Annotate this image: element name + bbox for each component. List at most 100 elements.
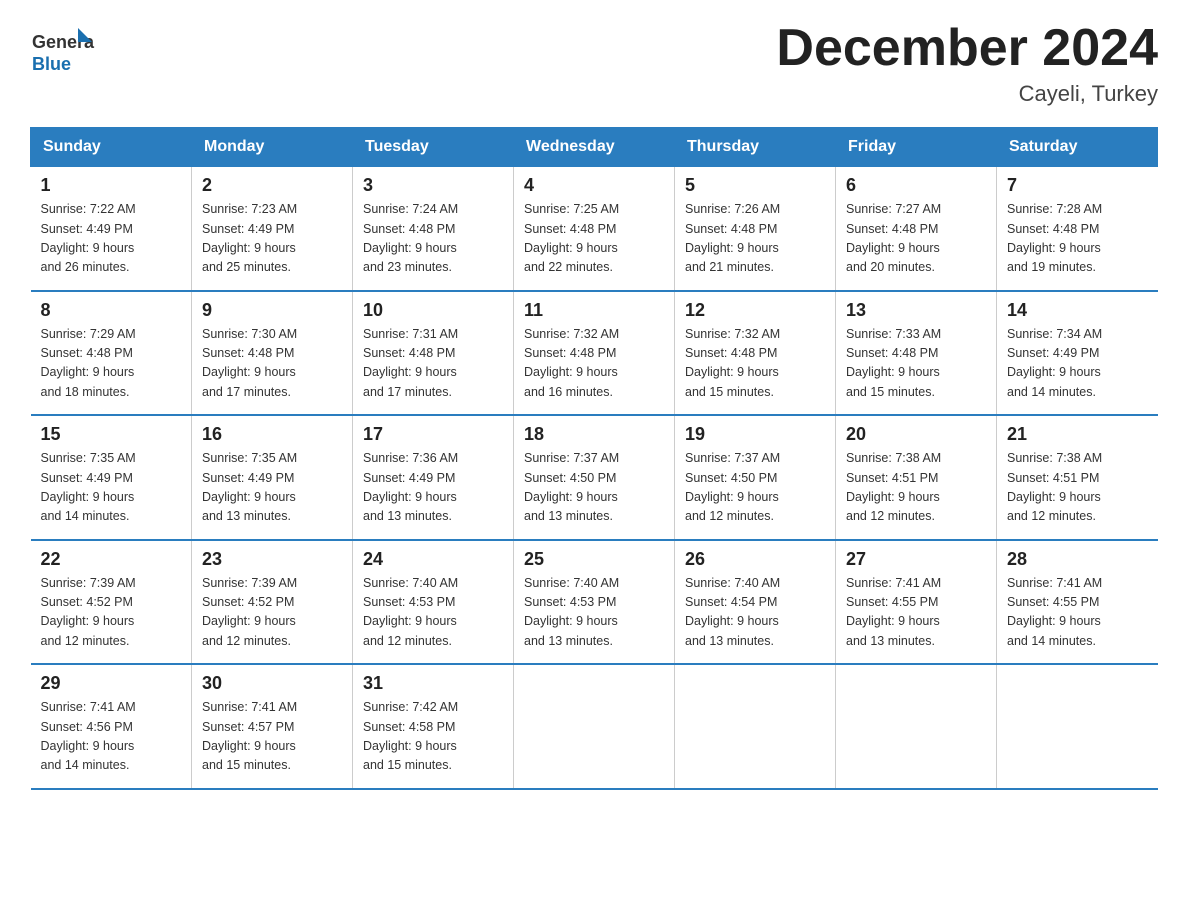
day-number: 24: [363, 549, 503, 570]
day-number: 1: [41, 175, 182, 196]
day-info: Sunrise: 7:42 AM Sunset: 4:58 PM Dayligh…: [363, 698, 503, 776]
calendar-cell: 9 Sunrise: 7:30 AM Sunset: 4:48 PM Dayli…: [192, 291, 353, 416]
day-info: Sunrise: 7:37 AM Sunset: 4:50 PM Dayligh…: [524, 449, 664, 527]
day-info: Sunrise: 7:39 AM Sunset: 4:52 PM Dayligh…: [41, 574, 182, 652]
calendar-cell: 3 Sunrise: 7:24 AM Sunset: 4:48 PM Dayli…: [353, 167, 514, 291]
day-info: Sunrise: 7:32 AM Sunset: 4:48 PM Dayligh…: [685, 325, 825, 403]
day-info: Sunrise: 7:40 AM Sunset: 4:53 PM Dayligh…: [363, 574, 503, 652]
calendar-cell: 19 Sunrise: 7:37 AM Sunset: 4:50 PM Dayl…: [675, 415, 836, 540]
calendar-cell: 29 Sunrise: 7:41 AM Sunset: 4:56 PM Dayl…: [31, 664, 192, 789]
calendar-week-4: 22 Sunrise: 7:39 AM Sunset: 4:52 PM Dayl…: [31, 540, 1158, 665]
calendar-cell: [514, 664, 675, 789]
weekday-header-saturday: Saturday: [997, 128, 1158, 167]
day-number: 8: [41, 300, 182, 321]
day-info: Sunrise: 7:36 AM Sunset: 4:49 PM Dayligh…: [363, 449, 503, 527]
day-info: Sunrise: 7:32 AM Sunset: 4:48 PM Dayligh…: [524, 325, 664, 403]
day-info: Sunrise: 7:34 AM Sunset: 4:49 PM Dayligh…: [1007, 325, 1148, 403]
day-number: 25: [524, 549, 664, 570]
calendar-cell: 18 Sunrise: 7:37 AM Sunset: 4:50 PM Dayl…: [514, 415, 675, 540]
day-number: 18: [524, 424, 664, 445]
day-number: 12: [685, 300, 825, 321]
calendar-cell: 17 Sunrise: 7:36 AM Sunset: 4:49 PM Dayl…: [353, 415, 514, 540]
day-info: Sunrise: 7:41 AM Sunset: 4:55 PM Dayligh…: [846, 574, 986, 652]
day-info: Sunrise: 7:27 AM Sunset: 4:48 PM Dayligh…: [846, 200, 986, 278]
month-title: December 2024: [776, 20, 1158, 77]
calendar-cell: 5 Sunrise: 7:26 AM Sunset: 4:48 PM Dayli…: [675, 167, 836, 291]
weekday-header-monday: Monday: [192, 128, 353, 167]
day-number: 7: [1007, 175, 1148, 196]
calendar-cell: 1 Sunrise: 7:22 AM Sunset: 4:49 PM Dayli…: [31, 167, 192, 291]
day-number: 23: [202, 549, 342, 570]
day-info: Sunrise: 7:30 AM Sunset: 4:48 PM Dayligh…: [202, 325, 342, 403]
calendar-cell: 20 Sunrise: 7:38 AM Sunset: 4:51 PM Dayl…: [836, 415, 997, 540]
day-number: 26: [685, 549, 825, 570]
day-number: 13: [846, 300, 986, 321]
day-info: Sunrise: 7:35 AM Sunset: 4:49 PM Dayligh…: [41, 449, 182, 527]
day-number: 20: [846, 424, 986, 445]
day-number: 31: [363, 673, 503, 694]
day-info: Sunrise: 7:35 AM Sunset: 4:49 PM Dayligh…: [202, 449, 342, 527]
calendar-cell: 26 Sunrise: 7:40 AM Sunset: 4:54 PM Dayl…: [675, 540, 836, 665]
day-info: Sunrise: 7:24 AM Sunset: 4:48 PM Dayligh…: [363, 200, 503, 278]
day-info: Sunrise: 7:37 AM Sunset: 4:50 PM Dayligh…: [685, 449, 825, 527]
calendar-cell: 16 Sunrise: 7:35 AM Sunset: 4:49 PM Dayl…: [192, 415, 353, 540]
calendar-week-5: 29 Sunrise: 7:41 AM Sunset: 4:56 PM Dayl…: [31, 664, 1158, 789]
calendar-cell: 11 Sunrise: 7:32 AM Sunset: 4:48 PM Dayl…: [514, 291, 675, 416]
day-info: Sunrise: 7:38 AM Sunset: 4:51 PM Dayligh…: [1007, 449, 1148, 527]
day-info: Sunrise: 7:26 AM Sunset: 4:48 PM Dayligh…: [685, 200, 825, 278]
calendar-week-3: 15 Sunrise: 7:35 AM Sunset: 4:49 PM Dayl…: [31, 415, 1158, 540]
day-info: Sunrise: 7:38 AM Sunset: 4:51 PM Dayligh…: [846, 449, 986, 527]
day-number: 30: [202, 673, 342, 694]
calendar-cell: 24 Sunrise: 7:40 AM Sunset: 4:53 PM Dayl…: [353, 540, 514, 665]
calendar-week-1: 1 Sunrise: 7:22 AM Sunset: 4:49 PM Dayli…: [31, 167, 1158, 291]
day-number: 9: [202, 300, 342, 321]
day-info: Sunrise: 7:41 AM Sunset: 4:55 PM Dayligh…: [1007, 574, 1148, 652]
calendar-cell: 6 Sunrise: 7:27 AM Sunset: 4:48 PM Dayli…: [836, 167, 997, 291]
page-header: General Blue December 2024 Cayeli, Turke…: [30, 20, 1158, 107]
day-info: Sunrise: 7:28 AM Sunset: 4:48 PM Dayligh…: [1007, 200, 1148, 278]
svg-text:Blue: Blue: [32, 54, 71, 74]
calendar-cell: 21 Sunrise: 7:38 AM Sunset: 4:51 PM Dayl…: [997, 415, 1158, 540]
day-info: Sunrise: 7:41 AM Sunset: 4:56 PM Dayligh…: [41, 698, 182, 776]
day-number: 14: [1007, 300, 1148, 321]
day-number: 19: [685, 424, 825, 445]
day-info: Sunrise: 7:40 AM Sunset: 4:53 PM Dayligh…: [524, 574, 664, 652]
calendar-cell: 15 Sunrise: 7:35 AM Sunset: 4:49 PM Dayl…: [31, 415, 192, 540]
calendar-cell: [997, 664, 1158, 789]
weekday-header-row: SundayMondayTuesdayWednesdayThursdayFrid…: [31, 128, 1158, 167]
weekday-header-wednesday: Wednesday: [514, 128, 675, 167]
weekday-header-thursday: Thursday: [675, 128, 836, 167]
day-info: Sunrise: 7:25 AM Sunset: 4:48 PM Dayligh…: [524, 200, 664, 278]
day-number: 2: [202, 175, 342, 196]
day-number: 17: [363, 424, 503, 445]
day-number: 11: [524, 300, 664, 321]
calendar-cell: 22 Sunrise: 7:39 AM Sunset: 4:52 PM Dayl…: [31, 540, 192, 665]
day-number: 15: [41, 424, 182, 445]
day-info: Sunrise: 7:29 AM Sunset: 4:48 PM Dayligh…: [41, 325, 182, 403]
calendar-cell: 2 Sunrise: 7:23 AM Sunset: 4:49 PM Dayli…: [192, 167, 353, 291]
day-number: 29: [41, 673, 182, 694]
day-info: Sunrise: 7:31 AM Sunset: 4:48 PM Dayligh…: [363, 325, 503, 403]
calendar-cell: 31 Sunrise: 7:42 AM Sunset: 4:58 PM Dayl…: [353, 664, 514, 789]
day-number: 16: [202, 424, 342, 445]
calendar-cell: 23 Sunrise: 7:39 AM Sunset: 4:52 PM Dayl…: [192, 540, 353, 665]
calendar-cell: 4 Sunrise: 7:25 AM Sunset: 4:48 PM Dayli…: [514, 167, 675, 291]
day-number: 6: [846, 175, 986, 196]
day-number: 21: [1007, 424, 1148, 445]
weekday-header-sunday: Sunday: [31, 128, 192, 167]
calendar-cell: 12 Sunrise: 7:32 AM Sunset: 4:48 PM Dayl…: [675, 291, 836, 416]
weekday-header-tuesday: Tuesday: [353, 128, 514, 167]
day-info: Sunrise: 7:40 AM Sunset: 4:54 PM Dayligh…: [685, 574, 825, 652]
day-info: Sunrise: 7:33 AM Sunset: 4:48 PM Dayligh…: [846, 325, 986, 403]
calendar-cell: [836, 664, 997, 789]
day-info: Sunrise: 7:39 AM Sunset: 4:52 PM Dayligh…: [202, 574, 342, 652]
day-number: 5: [685, 175, 825, 196]
calendar-cell: 25 Sunrise: 7:40 AM Sunset: 4:53 PM Dayl…: [514, 540, 675, 665]
weekday-header-friday: Friday: [836, 128, 997, 167]
day-number: 10: [363, 300, 503, 321]
calendar-cell: 30 Sunrise: 7:41 AM Sunset: 4:57 PM Dayl…: [192, 664, 353, 789]
day-info: Sunrise: 7:22 AM Sunset: 4:49 PM Dayligh…: [41, 200, 182, 278]
calendar-cell: 13 Sunrise: 7:33 AM Sunset: 4:48 PM Dayl…: [836, 291, 997, 416]
title-block: December 2024 Cayeli, Turkey: [776, 20, 1158, 107]
day-number: 3: [363, 175, 503, 196]
